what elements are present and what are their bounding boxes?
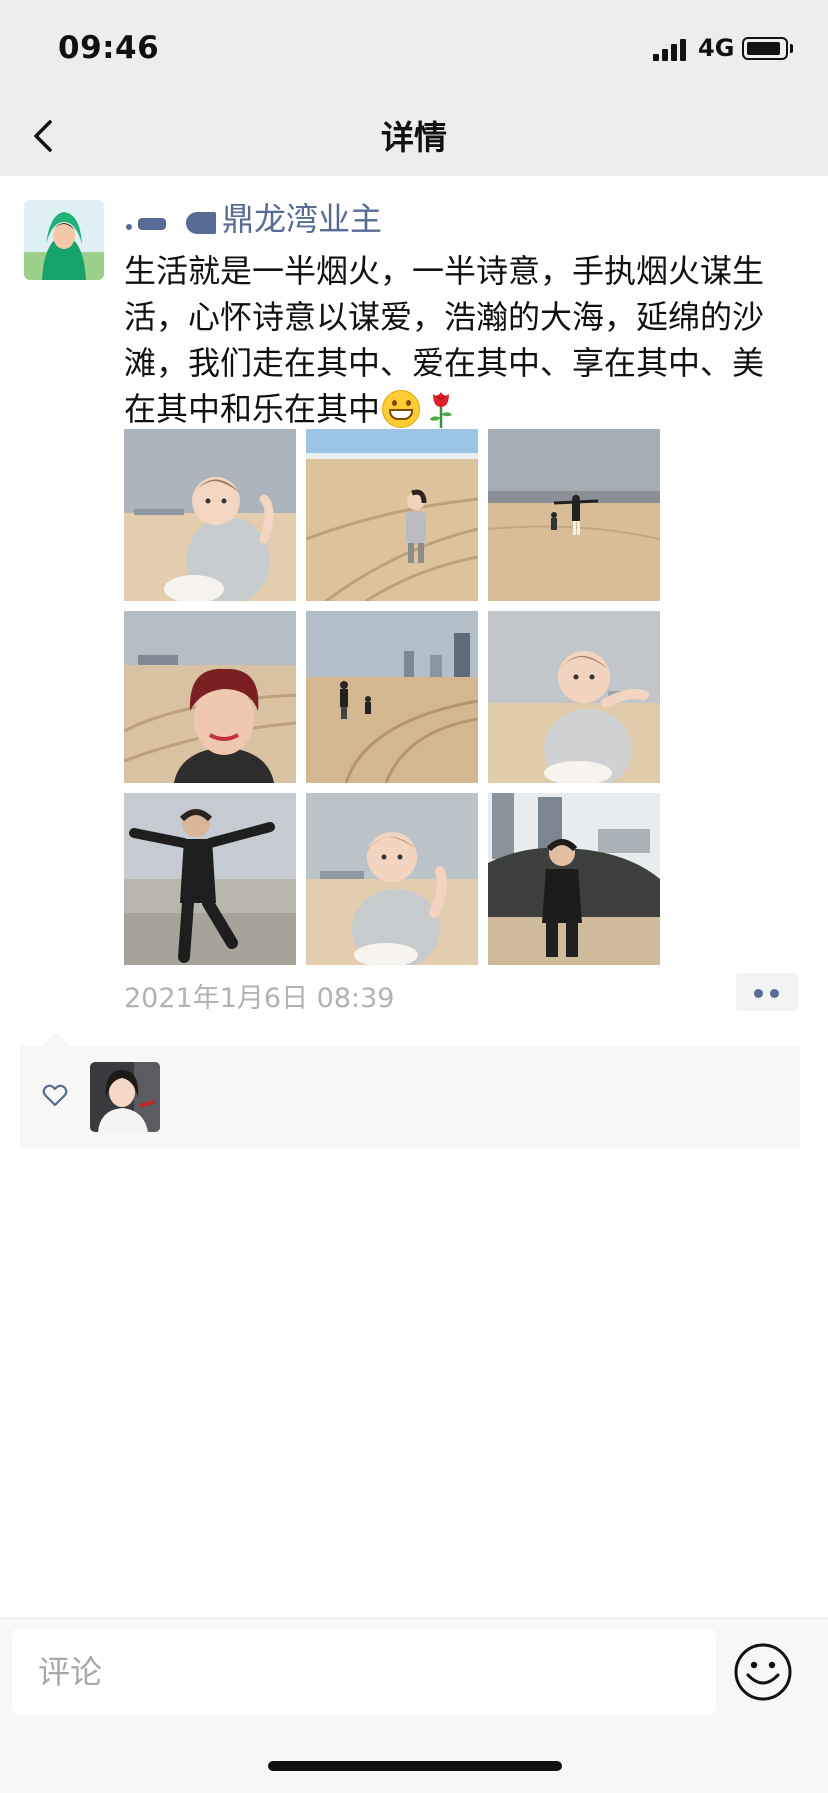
- photo-girl-walking-on-sand[interactable]: [306, 429, 478, 601]
- dot-icon: [754, 989, 763, 998]
- liker-avatar[interactable]: [90, 1062, 160, 1132]
- photo-two-figures-near-buildings[interactable]: [306, 611, 478, 783]
- signal-icon: [653, 37, 691, 61]
- comment-input[interactable]: [12, 1629, 716, 1715]
- network-type: 4G: [698, 34, 735, 62]
- post-text: 生活就是一半烟火，一半诗意，手执烟火谋生活，心怀诗意以谋爱，浩瀚的大海，延绵的沙…: [124, 248, 794, 432]
- home-indicator: [268, 1761, 562, 1771]
- photo-girl-close-up[interactable]: [488, 611, 660, 783]
- status-bar: 09:46 4G: [0, 0, 828, 96]
- redacted-name: [124, 204, 218, 234]
- battery-tip: [790, 44, 793, 53]
- status-time: 09:46: [58, 30, 160, 66]
- author-avatar[interactable]: [24, 200, 104, 280]
- author-name[interactable]: 鼎龙湾业主: [124, 194, 382, 240]
- post-timestamp: 2021年1月6日 08:39: [124, 983, 395, 1014]
- battery-icon: [742, 37, 788, 60]
- emoji-button-icon[interactable]: [732, 1641, 794, 1703]
- comment-bar: [0, 1618, 828, 1793]
- more-actions-button[interactable]: [736, 973, 798, 1011]
- nav-bar: 详情: [0, 96, 828, 176]
- likes-section: [20, 1032, 800, 1148]
- page-title: 详情: [381, 118, 447, 157]
- photo-woman-selfie-on-beach[interactable]: [124, 611, 296, 783]
- heart-icon: [42, 1084, 68, 1107]
- photo-adult-and-child-on-beach[interactable]: [488, 429, 660, 601]
- photo-boy-by-rocks[interactable]: [488, 793, 660, 965]
- author-name-text: 鼎龙湾业主: [222, 200, 383, 238]
- rose-icon: [426, 388, 456, 428]
- photo-grid: [124, 429, 660, 965]
- photo-girl-on-beach[interactable]: [124, 429, 296, 601]
- photo-boy-jumping-on-beach[interactable]: [124, 793, 296, 965]
- dot-icon: [770, 989, 779, 998]
- grinning-face-icon: [382, 390, 421, 428]
- photo-girl-with-hand-up[interactable]: [306, 793, 478, 965]
